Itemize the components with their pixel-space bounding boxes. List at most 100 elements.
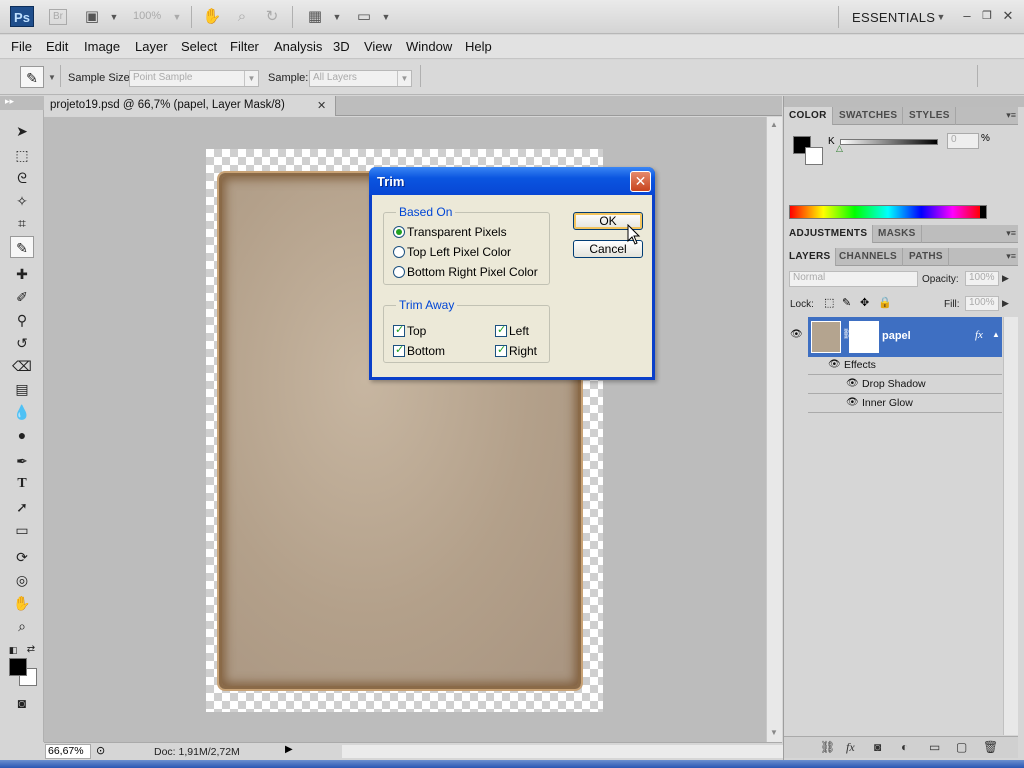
film-strip-icon[interactable]: ▣: [82, 8, 102, 26]
lock-transparency-icon[interactable]: ⬚: [824, 296, 834, 309]
eraser-tool-icon[interactable]: ⌫: [10, 355, 34, 377]
lock-pixels-icon[interactable]: ✎: [842, 296, 851, 309]
radio-transparent-pixels[interactable]: Transparent Pixels: [393, 225, 507, 239]
new-group-icon[interactable]: ▭: [929, 740, 940, 754]
menu-analysis[interactable]: Analysis: [274, 39, 322, 54]
sample-size-select[interactable]: Point Sample ▼: [129, 70, 259, 87]
dodge-tool-icon[interactable]: ●: [10, 424, 34, 446]
screen-mode-icon[interactable]: ▭: [354, 8, 374, 26]
panel-menu-icon[interactable]: ▾≡: [1006, 251, 1016, 262]
k-value-field[interactable]: 0: [947, 133, 979, 149]
add-mask-icon[interactable]: ◙: [874, 740, 881, 754]
lock-position-icon[interactable]: ✥: [860, 296, 869, 309]
arrange-documents-icon[interactable]: ▦: [305, 8, 325, 26]
add-style-icon[interactable]: fx: [846, 740, 855, 755]
slider-handle-icon[interactable]: △: [836, 143, 843, 154]
menu-window[interactable]: Window: [406, 39, 452, 54]
menu-3d[interactable]: 3D: [333, 39, 350, 54]
tab-styles[interactable]: STYLES: [904, 107, 956, 125]
blend-mode-select[interactable]: Normal: [789, 271, 918, 287]
panel-collapse-icon[interactable]: ▸▸: [0, 96, 44, 110]
vertical-scrollbar[interactable]: ▲ ▼: [766, 117, 782, 742]
radio-top-left-pixel-color[interactable]: Top Left Pixel Color: [393, 245, 511, 259]
blur-tool-icon[interactable]: 💧: [10, 401, 34, 423]
scroll-up-icon[interactable]: ▲: [770, 120, 778, 129]
restore-icon[interactable]: ❐: [980, 9, 994, 23]
panel-menu-icon[interactable]: ▾≡: [1006, 110, 1016, 121]
fill-field[interactable]: 100%: [965, 296, 999, 311]
brush-tool-icon[interactable]: ✐: [10, 286, 34, 308]
path-selection-tool-icon[interactable]: ➚: [10, 496, 34, 518]
3d-rotate-tool-icon[interactable]: ⟳: [10, 546, 34, 568]
chevron-down-icon[interactable]: ▼: [104, 8, 124, 26]
zoom-dropdown-icon[interactable]: ▼: [167, 8, 187, 26]
radio-bottom-right-pixel-color[interactable]: Bottom Right Pixel Color: [393, 265, 538, 279]
chevron-down-icon[interactable]: ▼: [327, 8, 347, 26]
zoom-field[interactable]: 66,67%: [45, 744, 91, 759]
history-brush-tool-icon[interactable]: ↺: [10, 332, 34, 354]
eyedropper-preset-icon[interactable]: ✎: [20, 66, 44, 88]
menu-file[interactable]: File: [11, 39, 32, 54]
fill-arrow-icon[interactable]: ▶: [1002, 298, 1009, 309]
effects-row[interactable]: 👁 Effects: [808, 356, 1002, 375]
3d-orbit-tool-icon[interactable]: ◎: [10, 569, 34, 591]
delete-layer-icon[interactable]: 🗑: [983, 740, 998, 754]
clone-stamp-tool-icon[interactable]: ⚲: [10, 309, 34, 331]
checkbox-left[interactable]: Left: [495, 323, 529, 338]
bridge-button[interactable]: Br: [49, 9, 67, 25]
chevron-down-icon[interactable]: ▼: [42, 69, 62, 87]
status-arrow-icon[interactable]: ▶: [285, 744, 293, 755]
menu-view[interactable]: View: [364, 39, 392, 54]
gradient-tool-icon[interactable]: ▤: [10, 378, 34, 400]
hand-icon[interactable]: ✋: [202, 8, 222, 26]
tab-paths[interactable]: PATHS: [904, 248, 949, 266]
effect-row-inner-glow[interactable]: 👁 Inner Glow: [808, 394, 1002, 413]
menu-filter[interactable]: Filter: [230, 39, 259, 54]
horizontal-scrollbar[interactable]: [342, 745, 812, 758]
zoom-tool-icon[interactable]: ⌕: [10, 615, 34, 637]
layer-mask-thumbnail[interactable]: [849, 321, 879, 353]
visibility-eye-icon[interactable]: 👁: [846, 397, 859, 408]
close-icon[interactable]: ✕: [317, 99, 326, 112]
rectangle-tool-icon[interactable]: ▭: [10, 519, 34, 541]
fx-badge[interactable]: fx: [975, 329, 983, 341]
tab-adjustments[interactable]: ADJUSTMENTS: [784, 225, 874, 243]
visibility-eye-icon[interactable]: 👁: [846, 378, 859, 389]
new-layer-icon[interactable]: ▢: [956, 740, 967, 754]
background-color-swatch[interactable]: [805, 147, 823, 165]
pen-tool-icon[interactable]: ✒: [10, 450, 34, 472]
quick-mask-icon[interactable]: ◙: [10, 692, 34, 714]
tab-color[interactable]: COLOR: [784, 107, 833, 125]
opacity-field[interactable]: 100%: [965, 271, 999, 286]
k-slider[interactable]: [840, 139, 938, 145]
checkbox-right[interactable]: Right: [495, 343, 537, 358]
chevron-down-icon[interactable]: ▼: [376, 8, 396, 26]
eyedropper-tool-icon[interactable]: ✎: [10, 236, 34, 258]
tab-swatches[interactable]: SWATCHES: [834, 107, 904, 125]
tab-masks[interactable]: MASKS: [873, 225, 922, 243]
chevron-down-icon[interactable]: ▼: [931, 8, 951, 26]
sample-select[interactable]: All Layers ▼: [309, 70, 412, 87]
status-menu-icon[interactable]: ⊙: [96, 744, 105, 757]
expand-effects-icon[interactable]: ▲: [992, 330, 1000, 339]
visibility-eye-icon[interactable]: 👁: [790, 329, 803, 340]
layers-scrollbar[interactable]: [1003, 317, 1018, 735]
rotate-view-icon[interactable]: ↻: [262, 8, 282, 26]
zoom-level[interactable]: 100%: [133, 10, 161, 22]
visibility-eye-icon[interactable]: 👁: [828, 359, 841, 370]
panel-grip[interactable]: [784, 96, 1024, 107]
hand-tool-icon[interactable]: ✋: [10, 592, 34, 614]
effect-row-drop-shadow[interactable]: 👁 Drop Shadow: [808, 375, 1002, 394]
tab-channels[interactable]: CHANNELS: [834, 248, 903, 266]
checkbox-top[interactable]: Top: [393, 323, 426, 338]
crop-tool-icon[interactable]: ⌗: [10, 212, 34, 234]
lasso-tool-icon[interactable]: ᘓ: [10, 167, 34, 189]
menu-help[interactable]: Help: [465, 39, 492, 54]
close-icon[interactable]: ✕: [630, 171, 651, 192]
lock-all-icon[interactable]: 🔒: [878, 296, 892, 309]
type-tool-icon[interactable]: T: [10, 473, 34, 495]
menu-layer[interactable]: Layer: [135, 39, 168, 54]
quick-selection-tool-icon[interactable]: ✧: [10, 190, 34, 212]
minimize-icon[interactable]: –: [960, 9, 974, 23]
zoom-icon[interactable]: ⌕: [232, 8, 252, 26]
